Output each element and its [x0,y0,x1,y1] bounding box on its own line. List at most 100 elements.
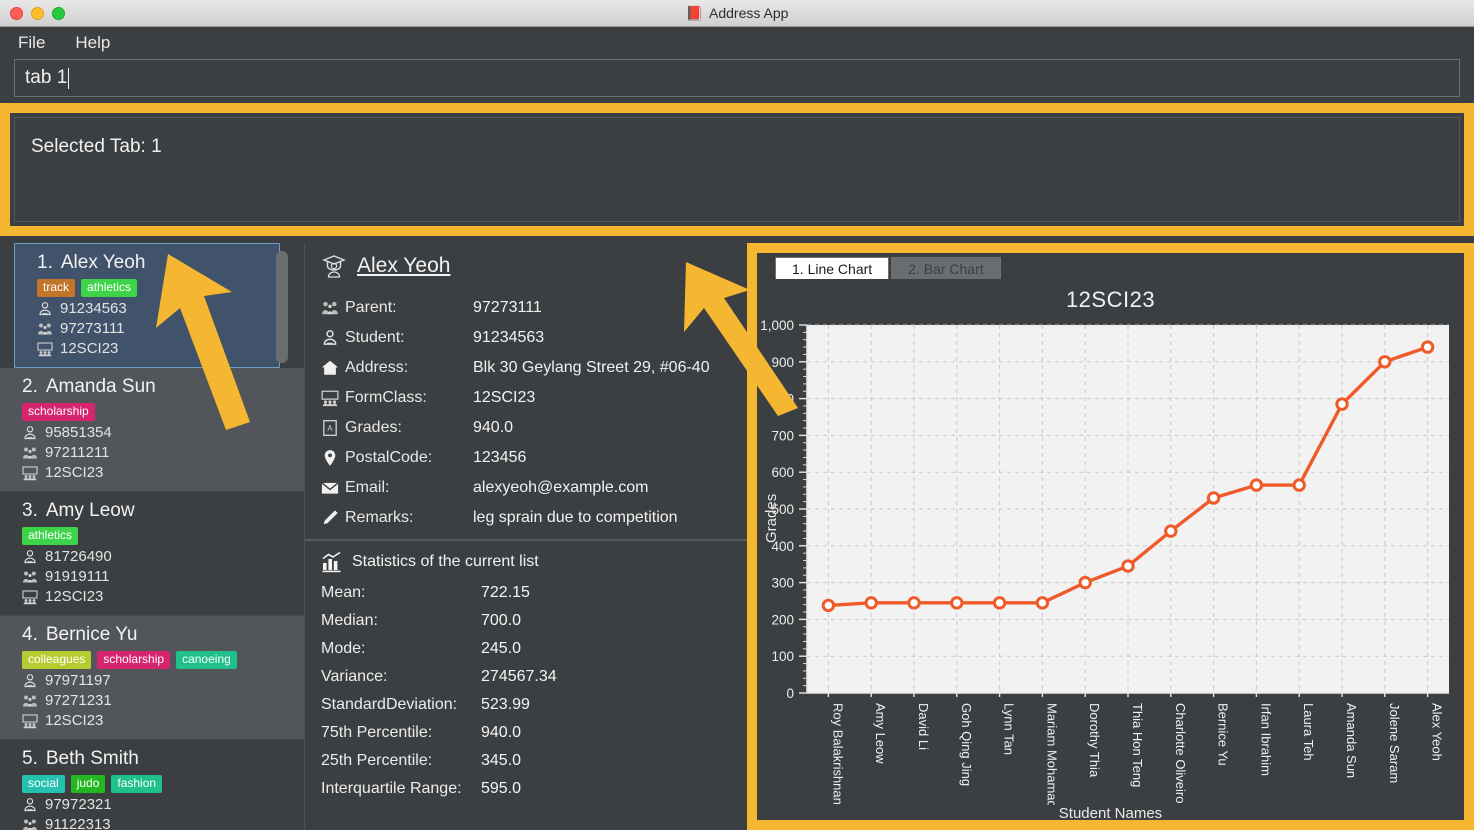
form-class-row: 12SCI23 [22,712,288,729]
person-name: Amy Leow [45,500,135,521]
list-item[interactable]: 3. Amy Leow athletics 81726490 91919111 1… [0,492,304,616]
x-tick-label: Bernice Yu [1216,703,1231,766]
student-phone-row: 97972321 [22,796,288,813]
x-tick-label: Goh Qing Jing [959,703,974,786]
tag[interactable]: scholarship [97,651,171,669]
tag[interactable]: scholarship [22,403,95,421]
person-list[interactable]: 1. Alex Yeoh track athletics 91234563 972… [0,243,304,830]
stat-value: 245.0 [481,640,522,657]
window-title: 📕 Address App [0,5,1474,21]
student-phone-row: 95851354 [22,424,288,441]
stat-label: StandardDeviation: [321,696,458,713]
x-tick-label: Roy Balakrishnan [830,703,845,805]
x-tick-label: David Li [916,703,931,750]
student-phone: 81726490 [45,548,112,565]
tag[interactable]: track [37,279,76,297]
detail-label: Remarks: [345,509,414,526]
form-class: 12SCI23 [45,588,104,605]
tag[interactable]: fashion [111,775,163,793]
tag[interactable]: athletics [22,527,79,545]
detail-label: Grades: [345,419,402,436]
student-phone-row: 91234563 [37,300,263,317]
class-icon [22,465,38,480]
detail-label: PostalCode: [345,449,433,466]
x-tick-label: Alex Yeoh [1430,703,1445,761]
stat-label: 75th Percentile: [321,724,433,741]
stat-row-iqr: Interquartile Range: 595.0 [305,775,747,803]
person-list-scrollbar[interactable] [276,243,296,830]
detail-row-postalcode: PostalCode: 123456 [305,443,747,473]
x-tick-label: Mariam Mohamad [1044,703,1059,805]
list-item[interactable]: 4. Bernice Yu colleagues scholarship cano… [0,616,304,740]
form-class: 12SCI23 [45,464,104,481]
person-name: Bernice Yu [45,624,138,645]
bar-chart-icon [322,551,341,573]
data-point [1378,355,1392,369]
detail-value: Blk 30 Geylang Street 29, #06-40 [473,359,710,376]
parent-phone-row: 91122313 [22,816,288,830]
statistics-title: Statistics of the current list [352,553,539,570]
tag-list: social judo fashion [22,775,288,793]
person-name-row: 3. Amy Leow [22,500,288,522]
stat-value: 595.0 [481,780,522,797]
data-point [1206,491,1221,505]
pencil-icon [321,509,345,527]
student-phone-row: 97971197 [22,672,288,689]
tag[interactable]: athletics [81,279,138,297]
tab-line-chart[interactable]: 1. Line Chart [775,257,890,279]
tag-list: track athletics [37,279,263,297]
person-index: 3. [22,500,38,521]
menu-file[interactable]: File [14,31,49,55]
tag[interactable]: canoeing [176,651,237,669]
form-class-row: 12SCI23 [22,464,288,481]
tag[interactable]: colleagues [22,651,92,669]
detail-value: alexyeoh@example.com [473,479,649,496]
detail-value: 940.0 [473,419,514,436]
parent-phone: 91122313 [45,816,111,830]
class-icon [22,713,38,728]
student-icon [24,673,36,687]
stat-label: Variance: [321,668,388,685]
person-name: Beth Smith [45,748,139,769]
line-chart-svg[interactable]: 01002003004005006007008009001,000 [757,313,1464,743]
menu-bar: File Help [0,27,1474,59]
class-icon [37,341,53,356]
list-item[interactable]: 5. Beth Smith social judo fashion 9797232… [0,740,304,830]
tag[interactable]: judo [70,775,106,793]
window-titlebar: 📕 Address App [0,0,1474,27]
data-point [950,596,964,610]
class-icon [22,589,38,604]
tab-name-input[interactable]: tab 1 [14,59,1460,97]
form-class: 12SCI23 [45,712,104,729]
tag[interactable]: social [22,775,65,793]
tag-list: athletics [22,527,288,545]
person-details-name[interactable]: Alex Yeoh [357,254,450,278]
chart-tab-bar: 1. Line Chart 2. Bar Chart [757,253,1464,279]
data-point [864,596,878,610]
tag-list: scholarship [22,403,288,421]
stat-value: 345.0 [481,752,522,769]
data-point [992,596,1007,610]
list-item[interactable]: 1. Alex Yeoh track athletics 91234563 972… [14,243,280,368]
envelope-icon [321,479,345,497]
selected-tab-highlight-border: Selected Tab: 1 [0,103,1474,236]
list-item[interactable]: 2. Amanda Sun scholarship 95851354 972112… [0,368,304,492]
menu-help[interactable]: Help [71,31,114,55]
person-list-scrollbar-thumb[interactable] [276,251,288,363]
data-point [1249,478,1264,492]
parents-icon [23,695,37,706]
parent-phone: 97273111 [60,320,125,337]
x-tick-label: Amanda Sun [1344,703,1359,778]
x-tick-label: Amy Leow [873,703,888,764]
tab-bar-chart[interactable]: 2. Bar Chart [891,257,1001,279]
data-point [1420,340,1435,354]
person-index: 4. [22,624,38,645]
parent-phone: 91919111 [45,568,110,585]
parent-phone-row: 97273111 [37,320,263,337]
form-class: 12SCI23 [60,340,119,357]
grades-icon: A [321,419,345,437]
y-tick-label: 200 [771,612,794,627]
x-tick-label: Charlotte Oliveiro [1173,703,1188,803]
data-point [1078,575,1092,590]
y-tick-label: 1,000 [760,318,794,333]
